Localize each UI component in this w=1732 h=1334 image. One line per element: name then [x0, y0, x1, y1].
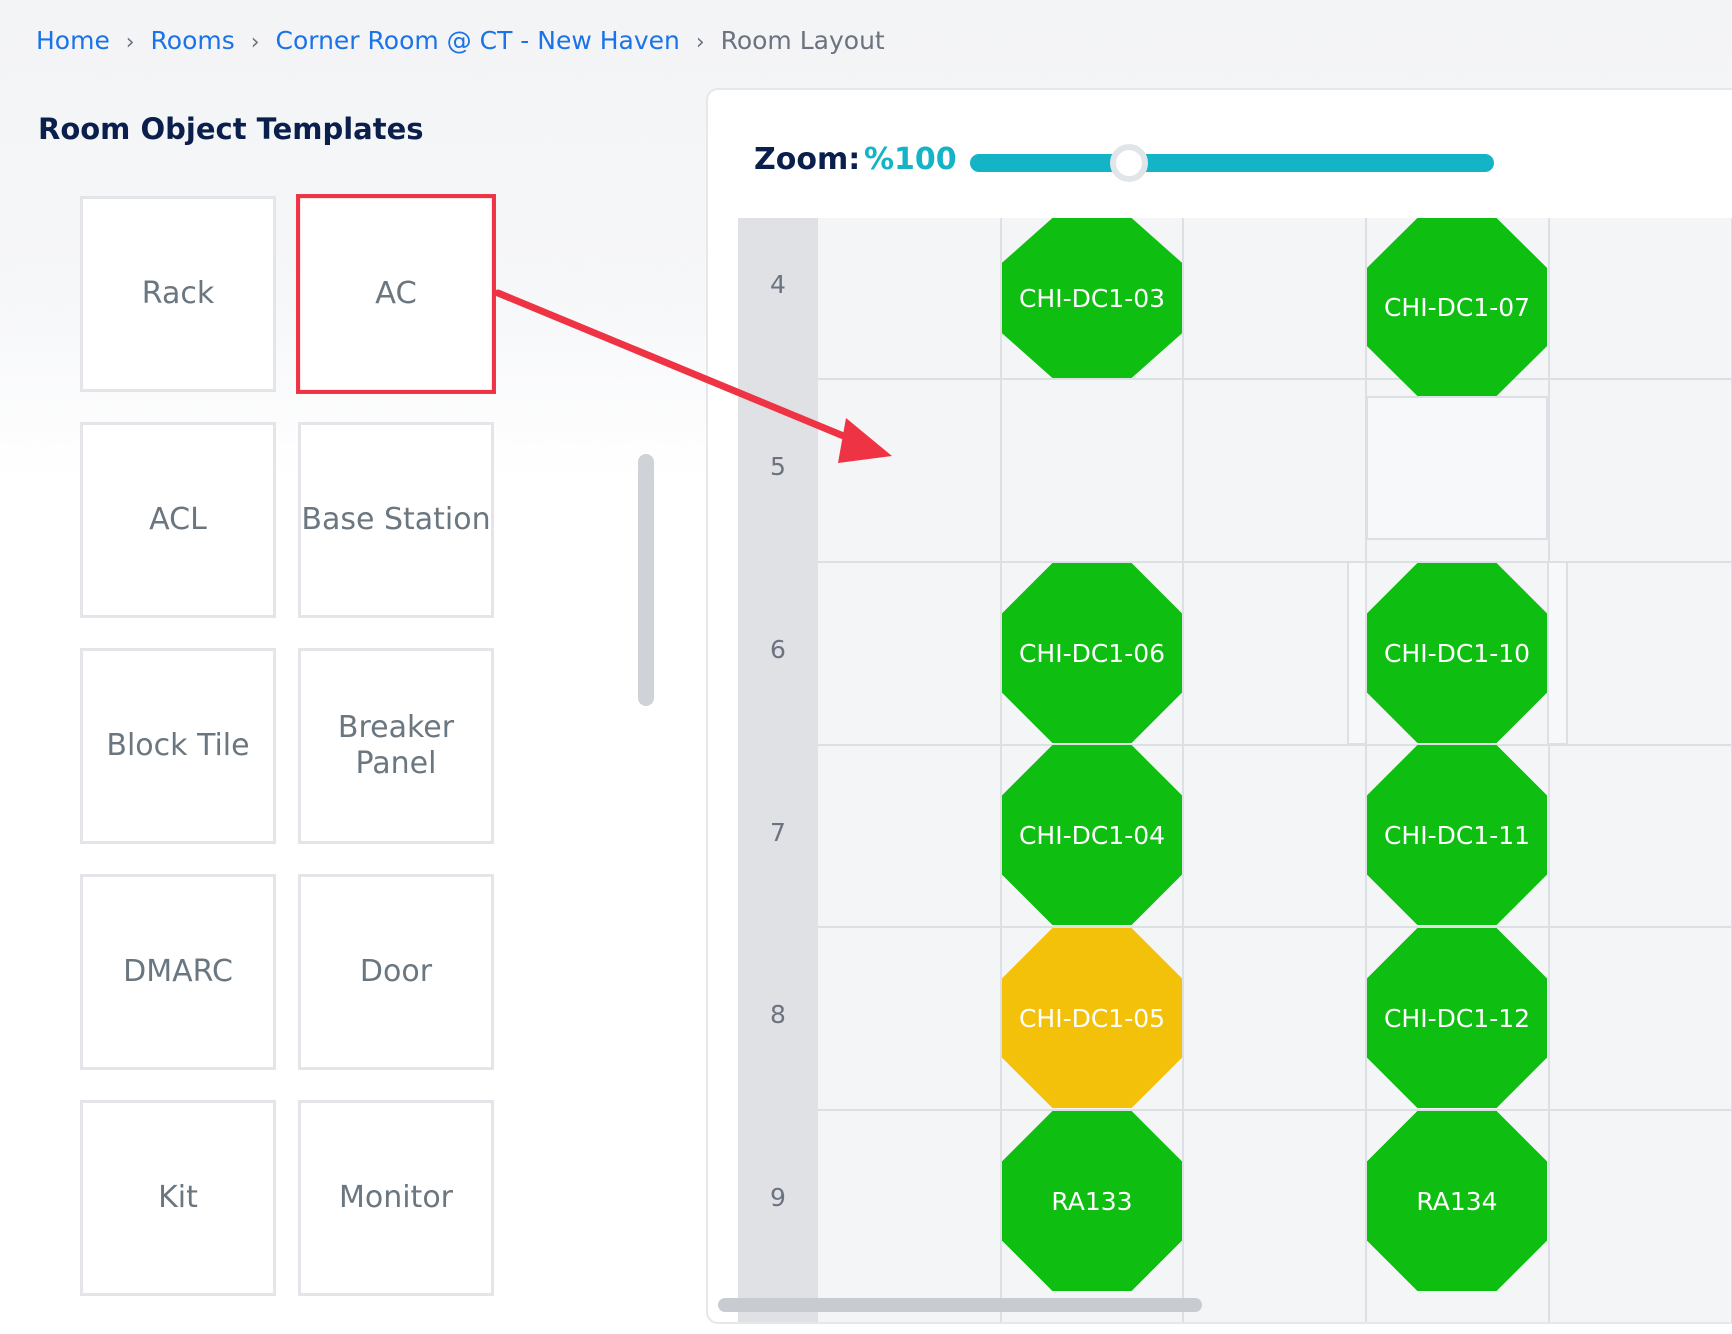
rack-tile[interactable]: RA133	[1002, 1111, 1182, 1291]
grid-line	[1365, 218, 1367, 1322]
grid-line	[818, 561, 1732, 563]
breadcrumb-separator-icon: ›	[250, 30, 260, 55]
room-grid[interactable]: 4 5 6 7 8 9 CHI-DC1-03 CHI-DC1-07 CHI-DC…	[738, 218, 1732, 1322]
templates-scrollbar[interactable]	[638, 454, 654, 706]
template-base-station[interactable]: Base Station	[298, 422, 494, 618]
rack-tile[interactable]: CHI-DC1-12	[1367, 928, 1547, 1108]
template-kit[interactable]: Kit	[80, 1100, 276, 1296]
rack-label: CHI-DC1-12	[1383, 1003, 1531, 1033]
breadcrumb-rooms-link[interactable]: Rooms	[151, 26, 235, 55]
room-layout-panel: Zoom: %100 4 5 6 7 8 9 CHI-DC1-03 CHI-DC…	[706, 88, 1732, 1324]
row-number: 7	[770, 818, 786, 847]
rack-tile[interactable]: CHI-DC1-10	[1367, 563, 1547, 743]
rack-label: RA134	[1416, 1186, 1498, 1216]
rack-label: CHI-DC1-03	[1018, 283, 1166, 313]
rack-tile[interactable]: CHI-DC1-04	[1002, 745, 1182, 925]
template-grid: Rack AC ACL Base Station Block Tile Brea…	[80, 194, 500, 1296]
rack-label: RA133	[1051, 1186, 1133, 1216]
zoom-slider-track[interactable]	[970, 154, 1494, 172]
empty-tile[interactable]	[1347, 561, 1367, 745]
grid-line	[818, 378, 1732, 380]
rack-label: CHI-DC1-04	[1018, 820, 1166, 850]
breadcrumb-current: Room Layout	[720, 26, 885, 55]
templates-title: Room Object Templates	[38, 112, 424, 146]
template-monitor[interactable]: Monitor	[298, 1100, 494, 1296]
template-door[interactable]: Door	[298, 874, 494, 1070]
rack-label: CHI-DC1-11	[1383, 820, 1531, 850]
row-number: 4	[770, 270, 786, 299]
template-ac[interactable]: AC	[296, 194, 496, 394]
rack-label: CHI-DC1-10	[1383, 638, 1531, 668]
grid-line	[818, 744, 1732, 746]
breadcrumb-room-link[interactable]: Corner Room @ CT - New Haven	[275, 26, 679, 55]
template-rack[interactable]: Rack	[80, 196, 276, 392]
template-acl[interactable]: ACL	[80, 422, 276, 618]
zoom-label: Zoom:	[754, 142, 861, 177]
grid-line	[1548, 218, 1550, 1322]
rack-tile[interactable]: CHI-DC1-03	[1002, 218, 1182, 378]
rack-tile[interactable]: CHI-DC1-07	[1367, 218, 1547, 396]
breadcrumb-separator-icon: ›	[125, 30, 135, 55]
rack-tile[interactable]: CHI-DC1-06	[1002, 563, 1182, 743]
rack-label: CHI-DC1-07	[1383, 292, 1531, 322]
layout-horizontal-scrollbar[interactable]	[718, 1298, 1202, 1312]
template-breaker-panel-label: Breaker Panel	[337, 710, 455, 781]
empty-tile[interactable]	[1366, 396, 1548, 540]
grid-line	[1182, 218, 1184, 1322]
template-block-tile[interactable]: Block Tile	[80, 648, 276, 844]
rack-tile[interactable]: CHI-DC1-05	[1002, 928, 1182, 1108]
breadcrumb-separator-icon: ›	[695, 30, 705, 55]
row-number: 9	[770, 1183, 786, 1212]
zoom-slider-thumb[interactable]	[1110, 144, 1148, 182]
row-number: 5	[770, 452, 786, 481]
rack-label: CHI-DC1-05	[1018, 1003, 1166, 1033]
row-gutter: 4 5 6 7 8 9	[738, 218, 818, 1322]
row-number: 8	[770, 1000, 786, 1029]
grid-line	[1000, 218, 1002, 1322]
template-dmarc[interactable]: DMARC	[80, 874, 276, 1070]
row-number: 6	[770, 635, 786, 664]
zoom-value: %100	[864, 142, 957, 177]
rack-tile[interactable]: RA134	[1367, 1111, 1547, 1291]
rack-tile[interactable]: CHI-DC1-11	[1367, 745, 1547, 925]
empty-tile[interactable]	[1547, 561, 1568, 745]
breadcrumb-home-link[interactable]: Home	[36, 26, 110, 55]
grid-line	[818, 1109, 1732, 1111]
breadcrumb: Home › Rooms › Corner Room @ CT - New Ha…	[36, 26, 885, 55]
template-breaker-panel[interactable]: Breaker Panel	[298, 648, 494, 844]
grid-line	[818, 926, 1732, 928]
rack-label: CHI-DC1-06	[1018, 638, 1166, 668]
